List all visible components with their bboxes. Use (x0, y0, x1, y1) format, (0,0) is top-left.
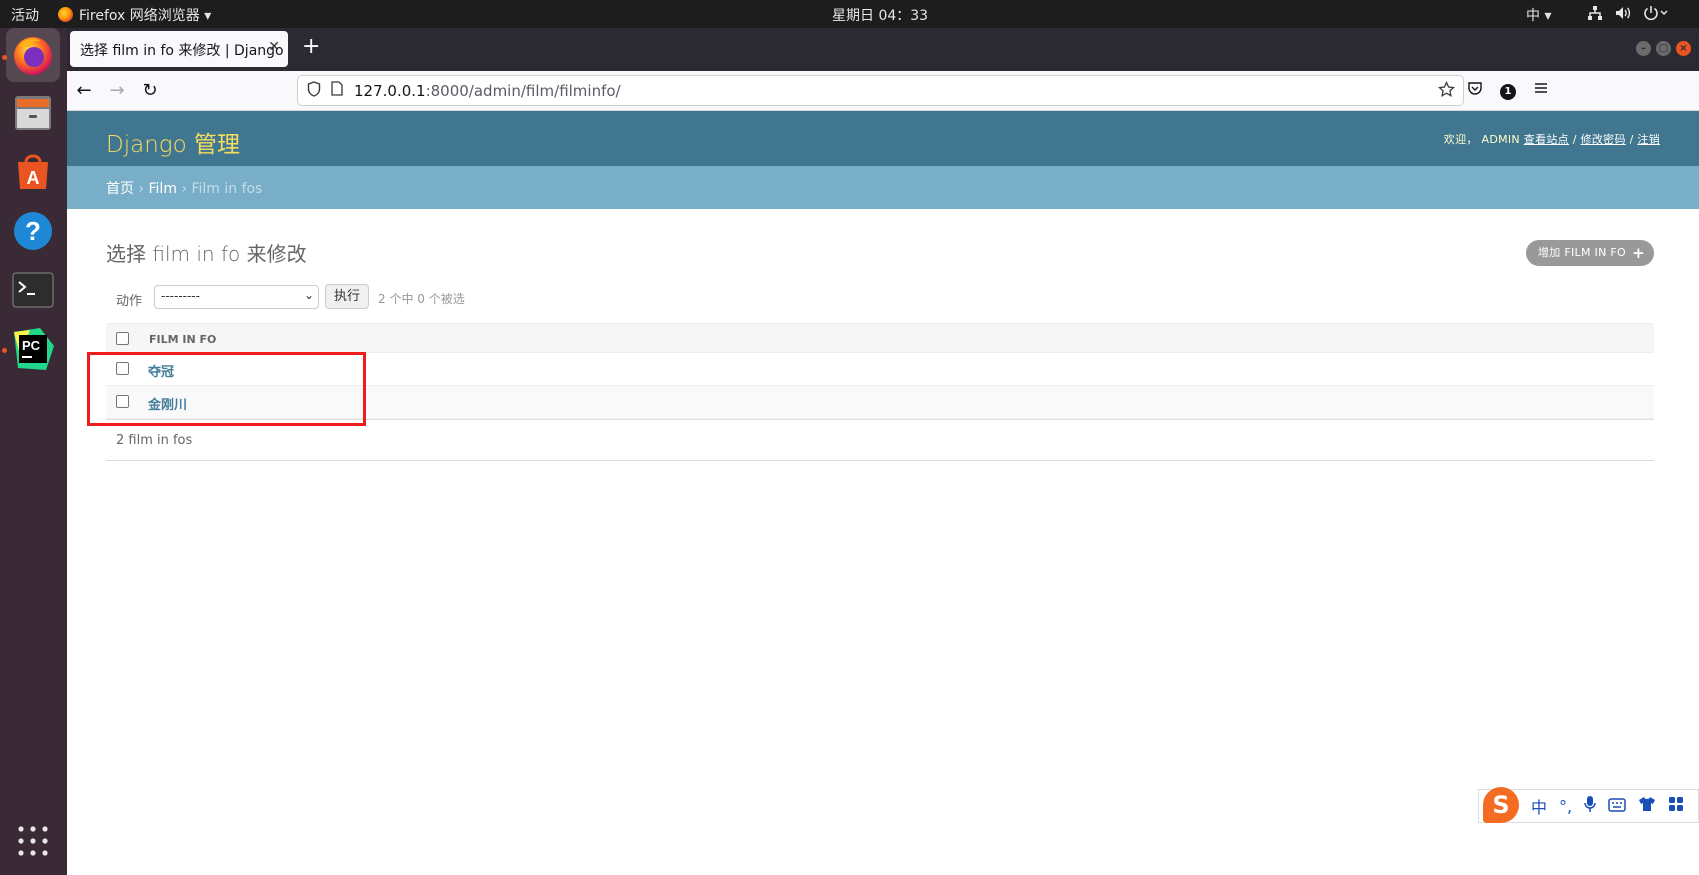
row-checkbox[interactable] (116, 395, 129, 408)
pycharm-icon: PC (14, 328, 54, 370)
toolbox-grid-icon[interactable] (1668, 796, 1684, 816)
action-select[interactable]: --------- ⌄ (154, 285, 319, 309)
dock-show-apps[interactable] (6, 814, 60, 868)
power-icon[interactable] (1643, 5, 1669, 25)
nav-toolbar: ← → ↻ 127.0.0.1:8000/admin/film/filminfo… (67, 71, 1699, 111)
tab-bar: 选择 film in fo 来修改 | Django ✕ + – □ × (67, 28, 1699, 71)
reload-button[interactable]: ↻ (137, 78, 163, 104)
site-branding[interactable]: Django 管理 (106, 125, 240, 159)
row-link[interactable]: 夺冠 (148, 361, 174, 380)
tab-active[interactable]: 选择 film in fo 来修改 | Django ✕ (70, 31, 288, 67)
shield-icon[interactable] (307, 81, 321, 101)
files-cabinet-icon (15, 96, 51, 130)
clock[interactable]: 星期日 04：33 (832, 5, 928, 25)
network-icon[interactable] (1587, 5, 1603, 25)
breadcrumb-separator: › (134, 181, 149, 197)
run-action-button[interactable]: 执行 (325, 284, 369, 309)
plus-icon: + (1632, 244, 1645, 262)
username: ADMIN (1481, 133, 1520, 146)
breadcrumb-current: Film in fos (191, 181, 263, 197)
url-host: 127.0.0.1 (354, 82, 426, 100)
separator: / (1625, 133, 1638, 146)
url-bar[interactable]: 127.0.0.1:8000/admin/film/filminfo/ (297, 75, 1464, 106)
new-tab-button[interactable]: + (302, 34, 320, 59)
tab-title: 选择 film in fo 来修改 | Django (80, 43, 284, 59)
skin-shirt-icon[interactable] (1638, 796, 1656, 816)
app-menu[interactable]: Firefox 网络浏览器 ▾ (58, 5, 211, 25)
maximize-button[interactable]: □ (1656, 41, 1671, 56)
svg-text:?: ? (25, 216, 41, 246)
minimize-button[interactable]: – (1636, 41, 1651, 56)
bookmark-star-icon[interactable] (1438, 80, 1455, 102)
chevron-down-icon: ⌄ (303, 288, 314, 302)
results-table: FILM IN FO 夺冠 金刚川 2 film in fos (106, 323, 1654, 461)
notification-count: 1 (1500, 84, 1516, 100)
volume-icon[interactable] (1614, 5, 1632, 25)
view-site-link[interactable]: 查看站点 (1524, 133, 1569, 146)
back-button[interactable]: ← (71, 78, 97, 104)
paginator: 2 film in fos (106, 419, 1654, 461)
dock-pycharm[interactable]: PC (6, 322, 60, 376)
ime-toolbar: S 中 °, (1478, 787, 1699, 823)
firefox-icon (14, 37, 52, 75)
hamburger-menu-icon[interactable] (1533, 80, 1549, 100)
input-method-indicator[interactable]: 中 ▾ (1526, 5, 1551, 25)
dock: A ? PC (0, 28, 67, 875)
row-checkbox[interactable] (116, 362, 129, 375)
separator: / (1568, 133, 1581, 146)
sogou-logo-icon[interactable]: S (1483, 787, 1519, 823)
dock-firefox[interactable] (6, 28, 60, 82)
select-all-checkbox[interactable] (116, 332, 129, 345)
breadcrumb-separator: › (176, 181, 192, 197)
add-filminfo-button[interactable]: 增加 FILM IN FO + (1525, 240, 1654, 266)
add-button-label: 增加 FILM IN FO (1537, 246, 1626, 259)
terminal-icon (12, 272, 54, 308)
row-link[interactable]: 金刚川 (148, 394, 187, 413)
pocket-icon[interactable] (1467, 80, 1483, 100)
tab-close-icon[interactable]: ✕ (268, 39, 280, 55)
svg-text:A: A (27, 168, 40, 188)
dock-terminal[interactable] (6, 263, 60, 317)
logout-link[interactable]: 注销 (1637, 133, 1660, 146)
page-title: 选择 film in fo 来修改 (106, 242, 307, 266)
action-selected-value: --------- (161, 289, 200, 303)
microphone-icon[interactable] (1584, 795, 1596, 817)
breadcrumb-home[interactable]: 首页 (106, 181, 134, 197)
page-info-icon[interactable] (331, 81, 343, 100)
apps-grid-icon (18, 826, 48, 856)
system-top-bar: 活动 Firefox 网络浏览器 ▾ 星期日 04：33 中 ▾ (0, 0, 1699, 28)
actions-bar: 动作 --------- ⌄ 执行 2 个中 0 个被选 (106, 282, 1654, 314)
user-tools: 欢迎， ADMIN 查看站点 / 修改密码 / 注销 (1444, 131, 1660, 147)
svg-text:PC: PC (22, 338, 41, 353)
help-icon: ? (14, 212, 52, 250)
ime-language-toggle[interactable]: 中 (1531, 794, 1547, 818)
dock-files[interactable] (6, 86, 60, 140)
column-header-filminfo[interactable]: FILM IN FO (149, 333, 216, 346)
url-path: :8000/admin/film/filminfo/ (425, 82, 621, 100)
change-password-link[interactable]: 修改密码 (1581, 133, 1626, 146)
app-menu-label: Firefox 网络浏览器 ▾ (79, 8, 212, 24)
breadcrumb: 首页 › Film › Film in fos (67, 166, 1699, 209)
admin-header: Django 管理 欢迎， ADMIN 查看站点 / 修改密码 / 注销 (67, 111, 1699, 166)
dock-help[interactable]: ? (6, 204, 60, 258)
selection-counter: 2 个中 0 个被选 (378, 292, 465, 306)
software-store-icon: A (18, 154, 48, 189)
welcome-text: 欢迎， (1443, 133, 1478, 146)
activities-button[interactable]: 活动 (11, 5, 39, 25)
close-window-button[interactable]: × (1676, 41, 1691, 56)
ime-punctuation-toggle[interactable]: °, (1559, 797, 1572, 816)
table-row: 金刚川 (106, 386, 1654, 419)
firefox-icon (58, 7, 73, 22)
extensions-badge[interactable]: 1 (1500, 80, 1516, 100)
table-header: FILM IN FO (106, 323, 1654, 353)
breadcrumb-app[interactable]: Film (149, 181, 177, 197)
keyboard-icon[interactable] (1608, 797, 1626, 816)
actions-label: 动作 (116, 294, 143, 309)
window-controls: – □ × (1636, 41, 1691, 56)
dock-software[interactable]: A (6, 145, 60, 199)
forward-button[interactable]: → (104, 78, 130, 104)
table-row: 夺冠 (106, 353, 1654, 386)
